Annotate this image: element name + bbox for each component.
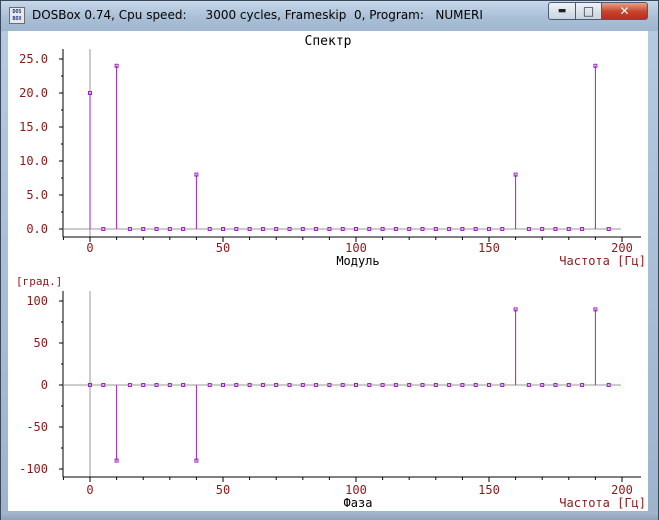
magnitude-x-tick-label: 100 <box>345 241 367 255</box>
phase-y-tick-label: -50 <box>26 420 48 434</box>
dosbox-window: DOS BOX DOSBox 0.74, Cpu speed: 3000 cyc… <box>0 0 659 520</box>
window-title: DOSBox 0.74, Cpu speed: 3000 cycles, Fra… <box>32 8 483 22</box>
dosbox-app-icon[interactable]: DOS BOX <box>9 7 25 24</box>
magnitude-chart-title: Спектр <box>305 34 352 49</box>
magnitude-y-tick-label: 10.0 <box>19 154 48 168</box>
maximize-button[interactable]: □ <box>575 2 602 20</box>
magnitude-y-tick-label: 25.0 <box>19 52 48 66</box>
close-icon: ✕ <box>619 4 630 18</box>
dos-screen: Спектр 0.0 5.0 10.0 15.0 20.0 25.0 0 50 100 150 200… <box>8 31 648 511</box>
magnitude-x-tick-label: 200 <box>611 241 633 255</box>
window-bottom-edge <box>1 512 658 520</box>
phase-y-tick-label: 0 <box>41 378 48 392</box>
phase-x-label: Фаза <box>344 496 373 510</box>
maximize-icon: □ <box>582 4 595 18</box>
phase-x-unit-label: Частота [Гц] <box>559 496 646 510</box>
phase-x-tick-label: 50 <box>216 483 230 497</box>
magnitude-y-tick-label: 15.0 <box>19 120 48 134</box>
minimize-button[interactable]: ▬ <box>548 2 576 20</box>
phase-x-tick-label: 150 <box>478 483 500 497</box>
magnitude-x-tick-label: 50 <box>216 241 230 255</box>
magnitude-y-tick-label: 5.0 <box>26 188 48 202</box>
phase-y-tick-label: -100 <box>19 462 48 476</box>
phase-y-unit-label: [град.] <box>16 275 62 288</box>
phase-x-tick-label: 100 <box>345 483 367 497</box>
magnitude-x-label: Модуль <box>336 254 379 268</box>
title-bar[interactable]: DOS BOX DOSBox 0.74, Cpu speed: 3000 cyc… <box>1 1 658 31</box>
magnitude-x-unit-label: Частота [Гц] <box>559 254 646 268</box>
magnitude-x-tick-label: 0 <box>86 241 93 255</box>
icon-text-box: BOX <box>12 16 22 22</box>
phase-x-tick-label: 200 <box>611 483 633 497</box>
phase-y-tick-label: 50 <box>34 336 48 350</box>
phase-y-tick-label: 100 <box>26 294 48 308</box>
magnitude-y-tick-label: 20.0 <box>19 86 48 100</box>
magnitude-y-tick-label: 0.0 <box>26 222 48 236</box>
spectrum-plots: Спектр 0.0 5.0 10.0 15.0 20.0 25.0 0 50 100 150 200… <box>16 34 646 510</box>
minimize-icon: ▬ <box>557 6 567 16</box>
phase-x-tick-label: 0 <box>86 483 93 497</box>
magnitude-x-tick-label: 150 <box>478 241 500 255</box>
close-button[interactable]: ✕ <box>601 2 648 20</box>
icon-text-dos: DOS <box>12 9 22 15</box>
